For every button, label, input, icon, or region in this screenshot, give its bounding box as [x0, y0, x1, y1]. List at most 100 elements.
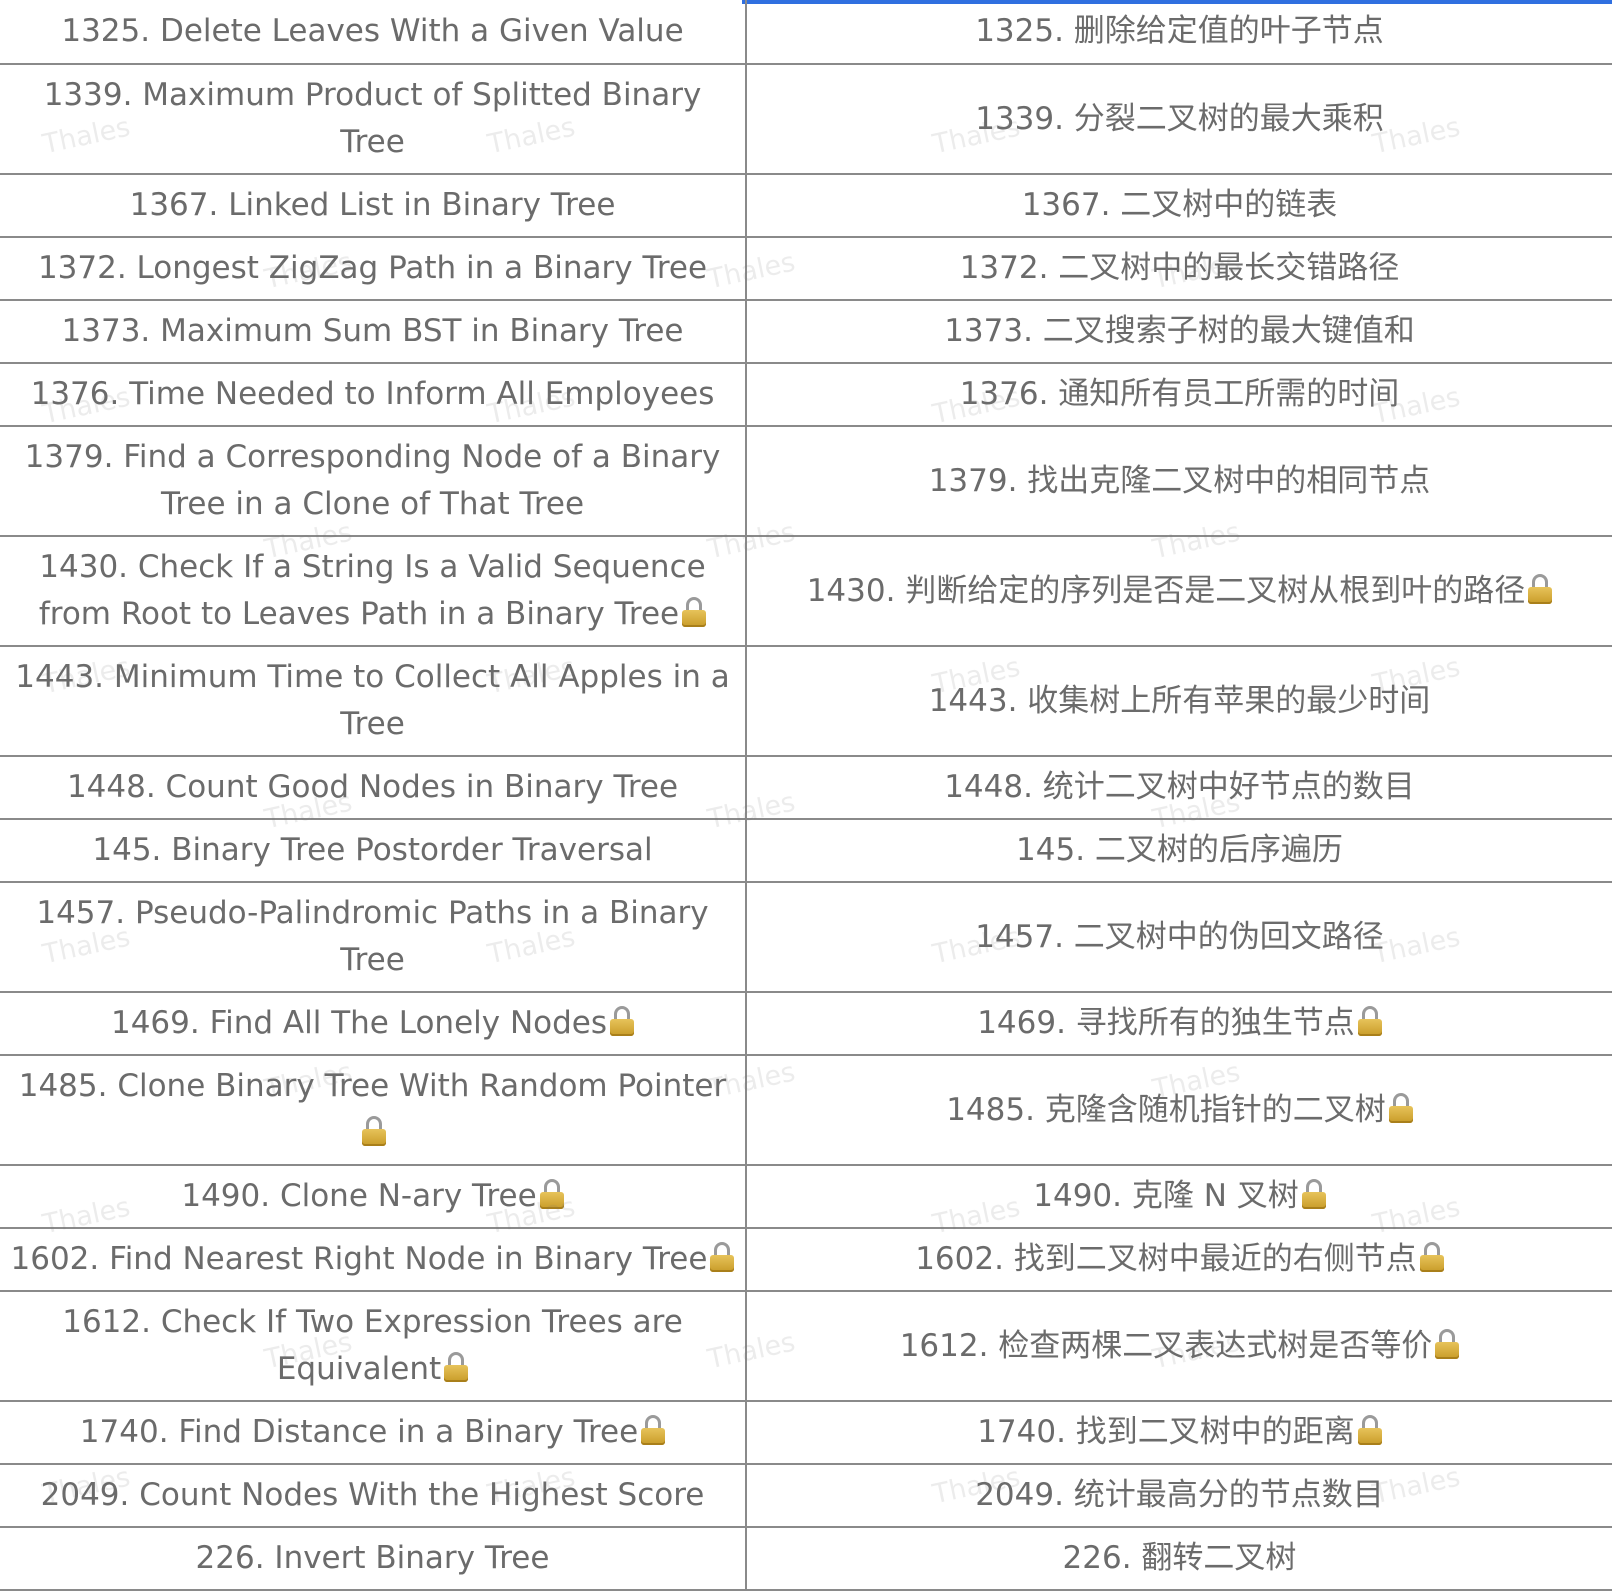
lock-icon [1435, 1328, 1460, 1359]
problem-title-text: 1448. Count Good Nodes in Binary Tree [66, 769, 679, 805]
table-row: 1485. Clone Binary Tree With Random Poin… [0, 1054, 1612, 1166]
problem-title-text: 145. Binary Tree Postorder Traversal [92, 832, 653, 868]
problem-title-text: 1367. 二叉树中的链表 [1021, 187, 1338, 223]
table-row: 1376. Time Needed to Inform All Employee… [0, 362, 1612, 427]
problem-rows: 1325. Delete Leaves With a Given Value 13… [0, 0, 1612, 1591]
problem-title-zh[interactable]: 1490. 克隆 N 叉树 [745, 1164, 1612, 1229]
problem-title-zh[interactable]: 1612. 检查两棵二叉表达式树是否等价 [745, 1290, 1612, 1402]
problem-title-zh[interactable]: 226. 翻转二叉树 [745, 1526, 1612, 1591]
problem-title-text: 1740. Find Distance in a Binary Tree [79, 1414, 639, 1450]
problem-title-en[interactable]: 2049. Count Nodes With the Highest Score [0, 1463, 747, 1528]
problem-title-en[interactable]: 1379. Find a Corresponding Node of a Bin… [0, 425, 747, 537]
problem-title-text: 1469. Find All The Lonely Nodes [110, 1005, 608, 1041]
problem-title-text: 1602. Find Nearest Right Node in Binary … [10, 1241, 708, 1277]
problem-title-en[interactable]: 145. Binary Tree Postorder Traversal [0, 818, 747, 883]
table-row: 1602. Find Nearest Right Node in Binary … [0, 1227, 1612, 1292]
table-row: 1373. Maximum Sum BST in Binary Tree 1373… [0, 299, 1612, 364]
problem-title-en[interactable]: 1457. Pseudo-Palindromic Paths in a Bina… [0, 881, 747, 993]
problem-title-en[interactable]: 1325. Delete Leaves With a Given Value [0, 0, 747, 65]
problem-title-en[interactable]: 1612. Check If Two Expression Trees are … [0, 1290, 747, 1402]
table-row: 1457. Pseudo-Palindromic Paths in a Bina… [0, 881, 1612, 993]
problem-title-text: 1448. 统计二叉树中好节点的数目 [944, 769, 1415, 805]
table-row: 1325. Delete Leaves With a Given Value 13… [0, 0, 1612, 65]
problem-title-text: 1457. 二叉树中的伪回文路径 [975, 918, 1384, 955]
problem-title-text: 1430. Check If a String Is a Valid Seque… [38, 549, 706, 632]
lock-icon [641, 1415, 666, 1445]
problem-title-zh[interactable]: 1339. 分裂二叉树的最大乘积 [745, 63, 1612, 175]
table-row: 1469. Find All The Lonely Nodes 1469. 寻找所… [0, 991, 1612, 1056]
problem-title-en[interactable]: 1339. Maximum Product of Splitted Binary… [0, 63, 747, 175]
problem-title-en[interactable]: 1490. Clone N-ary Tree [0, 1164, 747, 1229]
problem-title-text: 1376. 通知所有员工所需的时间 [959, 376, 1400, 412]
table-row: 1430. Check If a String Is a Valid Seque… [0, 535, 1612, 647]
problem-title-text: 1379. 找出克隆二叉树中的相同节点 [928, 462, 1431, 499]
problem-title-zh[interactable]: 1602. 找到二叉树中最近的右侧节点 [745, 1227, 1612, 1292]
problem-title-text: 1469. 寻找所有的独生节点 [977, 1005, 1355, 1041]
lock-icon [710, 1242, 735, 1272]
problem-title-zh[interactable]: 1325. 删除给定值的叶子节点 [745, 0, 1612, 65]
problem-title-zh[interactable]: 1372. 二叉树中的最长交错路径 [745, 236, 1612, 301]
problem-title-en[interactable]: 1367. Linked List in Binary Tree [0, 173, 747, 238]
problem-title-text: 1485. 克隆含随机指针的二叉树 [946, 1091, 1386, 1128]
problem-title-zh[interactable]: 1367. 二叉树中的链表 [745, 173, 1612, 238]
problem-title-en[interactable]: 1430. Check If a String Is a Valid Seque… [0, 535, 747, 647]
table-row: 1612. Check If Two Expression Trees are … [0, 1290, 1612, 1402]
problem-title-zh[interactable]: 1430. 判断给定的序列是否是二叉树从根到叶的路径 [745, 535, 1612, 647]
problem-title-en[interactable]: 1372. Longest ZigZag Path in a Binary Tr… [0, 236, 747, 301]
table-row: 1367. Linked List in Binary Tree 1367. 二叉… [0, 173, 1612, 238]
problem-title-zh[interactable]: 1469. 寻找所有的独生节点 [745, 991, 1612, 1056]
problem-title-en[interactable]: 1485. Clone Binary Tree With Random Poin… [0, 1054, 747, 1166]
problem-title-en[interactable]: 1602. Find Nearest Right Node in Binary … [0, 1227, 747, 1292]
problem-title-text: 1457. Pseudo-Palindromic Paths in a Bina… [36, 895, 709, 978]
problem-title-zh[interactable]: 1443. 收集树上所有苹果的最少时间 [745, 645, 1612, 757]
problem-title-text: 1325. 删除给定值的叶子节点 [975, 13, 1384, 49]
problem-table: 1325. Delete Leaves With a Given Value 13… [0, 0, 1612, 1591]
problem-title-text: 226. Invert Binary Tree [195, 1540, 550, 1576]
problem-title-text: 1372. Longest ZigZag Path in a Binary Tr… [37, 250, 708, 286]
problem-title-zh[interactable]: 1485. 克隆含随机指针的二叉树 [745, 1054, 1612, 1166]
lock-icon [1357, 1415, 1382, 1445]
problem-title-text: 1612. Check If Two Expression Trees are … [62, 1304, 683, 1387]
problem-title-en[interactable]: 1373. Maximum Sum BST in Binary Tree [0, 299, 747, 364]
problem-title-text: 1490. Clone N-ary Tree [181, 1178, 537, 1214]
problem-title-zh[interactable]: 1457. 二叉树中的伪回文路径 [745, 881, 1612, 993]
lock-icon [1301, 1179, 1326, 1209]
problem-title-zh[interactable]: 1376. 通知所有员工所需的时间 [745, 362, 1612, 427]
problem-title-en[interactable]: 226. Invert Binary Tree [0, 1526, 747, 1591]
problem-title-text: 1373. Maximum Sum BST in Binary Tree [61, 313, 684, 349]
problem-title-zh[interactable]: 1379. 找出克隆二叉树中的相同节点 [745, 425, 1612, 537]
problem-title-text: 1602. 找到二叉树中最近的右侧节点 [915, 1241, 1417, 1277]
problem-title-text: 2049. Count Nodes With the Highest Score [40, 1477, 705, 1513]
problem-title-text: 1372. 二叉树中的最长交错路径 [959, 250, 1400, 286]
problem-title-en[interactable]: 1448. Count Good Nodes in Binary Tree [0, 755, 747, 820]
problem-title-zh[interactable]: 1740. 找到二叉树中的距离 [745, 1400, 1612, 1465]
problem-title-en[interactable]: 1376. Time Needed to Inform All Employee… [0, 362, 747, 427]
lock-icon [682, 597, 707, 627]
problem-title-text: 1443. 收集树上所有苹果的最少时间 [928, 682, 1431, 719]
problem-title-zh[interactable]: 1373. 二叉搜索子树的最大键值和 [745, 299, 1612, 364]
problem-title-text: 1339. Maximum Product of Splitted Binary… [43, 77, 702, 160]
problem-title-text: 1485. Clone Binary Tree With Random Poin… [18, 1068, 727, 1104]
problem-title-en[interactable]: 1443. Minimum Time to Collect All Apples… [0, 645, 747, 757]
table-row: 1339. Maximum Product of Splitted Binary… [0, 63, 1612, 175]
problem-title-text: 1376. Time Needed to Inform All Employee… [30, 376, 715, 412]
problem-title-text: 145. 二叉树的后序遍历 [1016, 832, 1343, 868]
problem-title-en[interactable]: 1740. Find Distance in a Binary Tree [0, 1400, 747, 1465]
problem-title-text: 1430. 判断给定的序列是否是二叉树从根到叶的路径 [806, 572, 1526, 609]
problem-title-zh[interactable]: 1448. 统计二叉树中好节点的数目 [745, 755, 1612, 820]
problem-title-text: 1612. 检查两棵二叉表达式树是否等价 [899, 1327, 1433, 1364]
lock-icon [539, 1179, 564, 1209]
problem-title-text: 226. 翻转二叉树 [1062, 1540, 1297, 1576]
problem-title-text: 1367. Linked List in Binary Tree [129, 187, 616, 223]
problem-title-zh[interactable]: 2049. 统计最高分的节点数目 [745, 1463, 1612, 1528]
problem-title-text: 1490. 克隆 N 叉树 [1033, 1178, 1299, 1214]
lock-icon [362, 1116, 386, 1146]
lock-icon [1419, 1242, 1444, 1272]
table-row: 1372. Longest ZigZag Path in a Binary Tr… [0, 236, 1612, 301]
problem-title-text: 1740. 找到二叉树中的距离 [977, 1414, 1355, 1450]
table-row: 1379. Find a Corresponding Node of a Bin… [0, 425, 1612, 537]
problem-title-text: 1325. Delete Leaves With a Given Value [61, 13, 684, 49]
table-row: 1448. Count Good Nodes in Binary Tree 144… [0, 755, 1612, 820]
problem-title-zh[interactable]: 145. 二叉树的后序遍历 [745, 818, 1612, 883]
problem-title-en[interactable]: 1469. Find All The Lonely Nodes [0, 991, 747, 1056]
